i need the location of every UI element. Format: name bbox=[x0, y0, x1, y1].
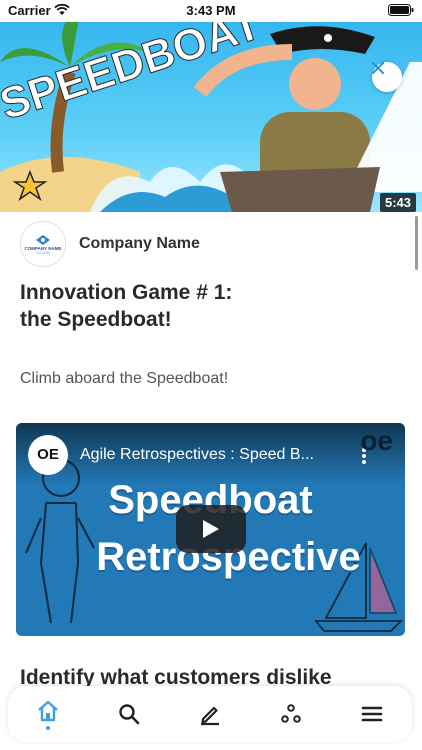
tab-search[interactable] bbox=[104, 689, 154, 739]
close-icon bbox=[372, 62, 384, 74]
clock: 3:43 PM bbox=[186, 3, 236, 18]
embedded-video[interactable]: OE Agile Retrospectives : Speed B... oe … bbox=[16, 423, 405, 636]
home-icon bbox=[38, 700, 59, 721]
article-subtitle: Climb aboard the Speedboat! bbox=[20, 370, 229, 387]
company-name: Company Name bbox=[79, 235, 200, 252]
tab-bar bbox=[8, 686, 412, 742]
scroll-indicator[interactable] bbox=[415, 216, 418, 270]
play-button[interactable] bbox=[176, 505, 246, 553]
channel-avatar[interactable]: OE bbox=[28, 435, 68, 475]
menu-icon bbox=[361, 706, 382, 722]
edit-icon bbox=[200, 706, 219, 726]
status-bar: Carrier 3:43 PM bbox=[0, 0, 422, 22]
video-duration: 5:43 bbox=[379, 193, 416, 212]
search-icon bbox=[119, 704, 140, 725]
dots-icon bbox=[280, 704, 301, 723]
video-title[interactable]: Agile Retrospectives : Speed B... bbox=[80, 446, 350, 464]
tab-edit[interactable] bbox=[185, 689, 235, 739]
article-title: Innovation Game # 1: the Speedboat! bbox=[20, 279, 400, 333]
company-logo-tagline: TAGLINE bbox=[35, 250, 51, 255]
active-tab-indicator bbox=[46, 725, 51, 730]
close-button[interactable] bbox=[372, 62, 402, 92]
hero-image[interactable]: SPEEDBOAT 5:43 bbox=[0, 22, 422, 212]
article-title-line-2: the Speedboat! bbox=[20, 308, 172, 331]
battery-icon bbox=[388, 4, 414, 19]
article-title-line-1: Innovation Game # 1: bbox=[20, 281, 233, 304]
company-row[interactable]: COMPANY NAME TAGLINE Company Name bbox=[20, 220, 200, 268]
company-logo-icon bbox=[36, 234, 50, 245]
tab-connections[interactable] bbox=[266, 689, 316, 739]
tab-menu[interactable] bbox=[347, 689, 397, 739]
hero-illustration: SPEEDBOAT bbox=[0, 22, 422, 212]
video-brand-logo: oe bbox=[360, 425, 393, 456]
company-logo: COMPANY NAME TAGLINE bbox=[20, 221, 66, 267]
play-icon bbox=[203, 520, 219, 538]
tab-home[interactable] bbox=[23, 689, 73, 739]
channel-mark: OE bbox=[37, 446, 59, 463]
